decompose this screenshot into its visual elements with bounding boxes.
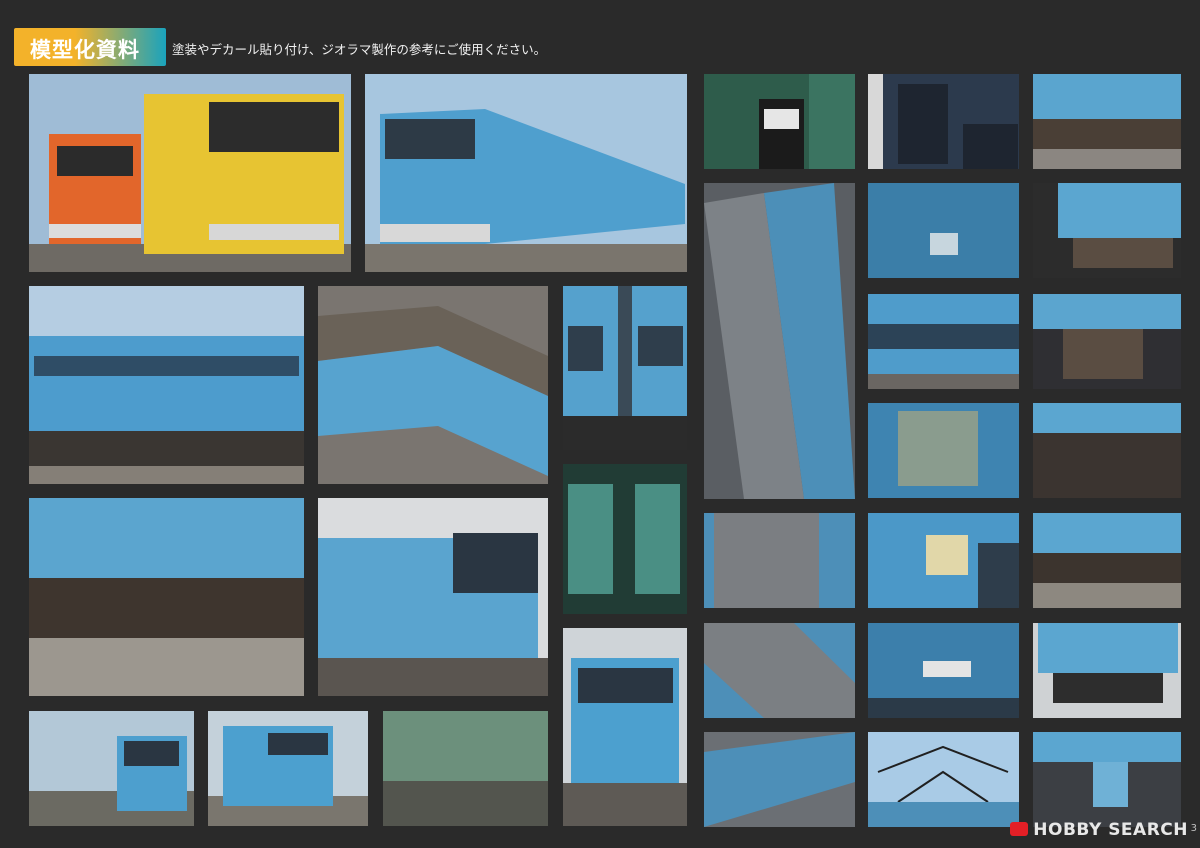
photo-roof-yard [704,732,855,827]
photo-train-curve [29,711,194,826]
photo-door-detail [868,183,1019,278]
photo-train-front-lights [563,628,687,826]
photo-roof-detail [704,513,855,608]
photo-gangway-green [563,464,687,614]
hobby-search-watermark: HOBBY SEARCH [1010,820,1188,840]
photo-underfloor-equipment [1033,403,1181,498]
photo-destination-sign [868,623,1019,718]
watermark-brand: HOBBY SEARCH [1033,820,1188,840]
photo-train-station [208,711,368,826]
photo-roof-overhead [704,183,855,499]
photo-bogie-detail [1033,294,1181,389]
photo-coupler-front [1033,623,1181,718]
photo-train-fronts-orange-yellow [29,74,351,272]
header-badge-title: 模型化資料 [30,38,140,62]
photo-roof-angle [318,286,548,484]
photo-train-front-angle [318,498,548,696]
page-number: 3 [1190,823,1197,834]
photo-body-green-cream [383,711,548,826]
header-badge: 模型化資料 [14,28,166,66]
photo-train-blue-side [365,74,687,272]
photo-window-display [868,403,1019,498]
photo-gangway-windows [563,286,687,450]
photo-cab-window [868,74,1019,169]
photo-underfloor-bogie [29,498,304,696]
hobby-search-logo-icon [1010,822,1029,836]
photo-side-window-row [868,294,1019,389]
photo-body-lower [1033,74,1181,169]
photo-bogie-gravel [1033,513,1181,608]
photo-pantograph [868,732,1019,827]
photo-coupler-detail [1033,732,1181,827]
photo-body-underfloor [1033,183,1181,278]
photo-train-side-doors [29,286,304,484]
header-subtitle: 塗装やデカール貼り付け、ジオラマ製作の参考にご使用ください。 [172,42,547,57]
photo-number-plate [868,513,1019,608]
photo-cab-number-display [704,74,855,169]
photo-roof-vents [704,623,855,718]
